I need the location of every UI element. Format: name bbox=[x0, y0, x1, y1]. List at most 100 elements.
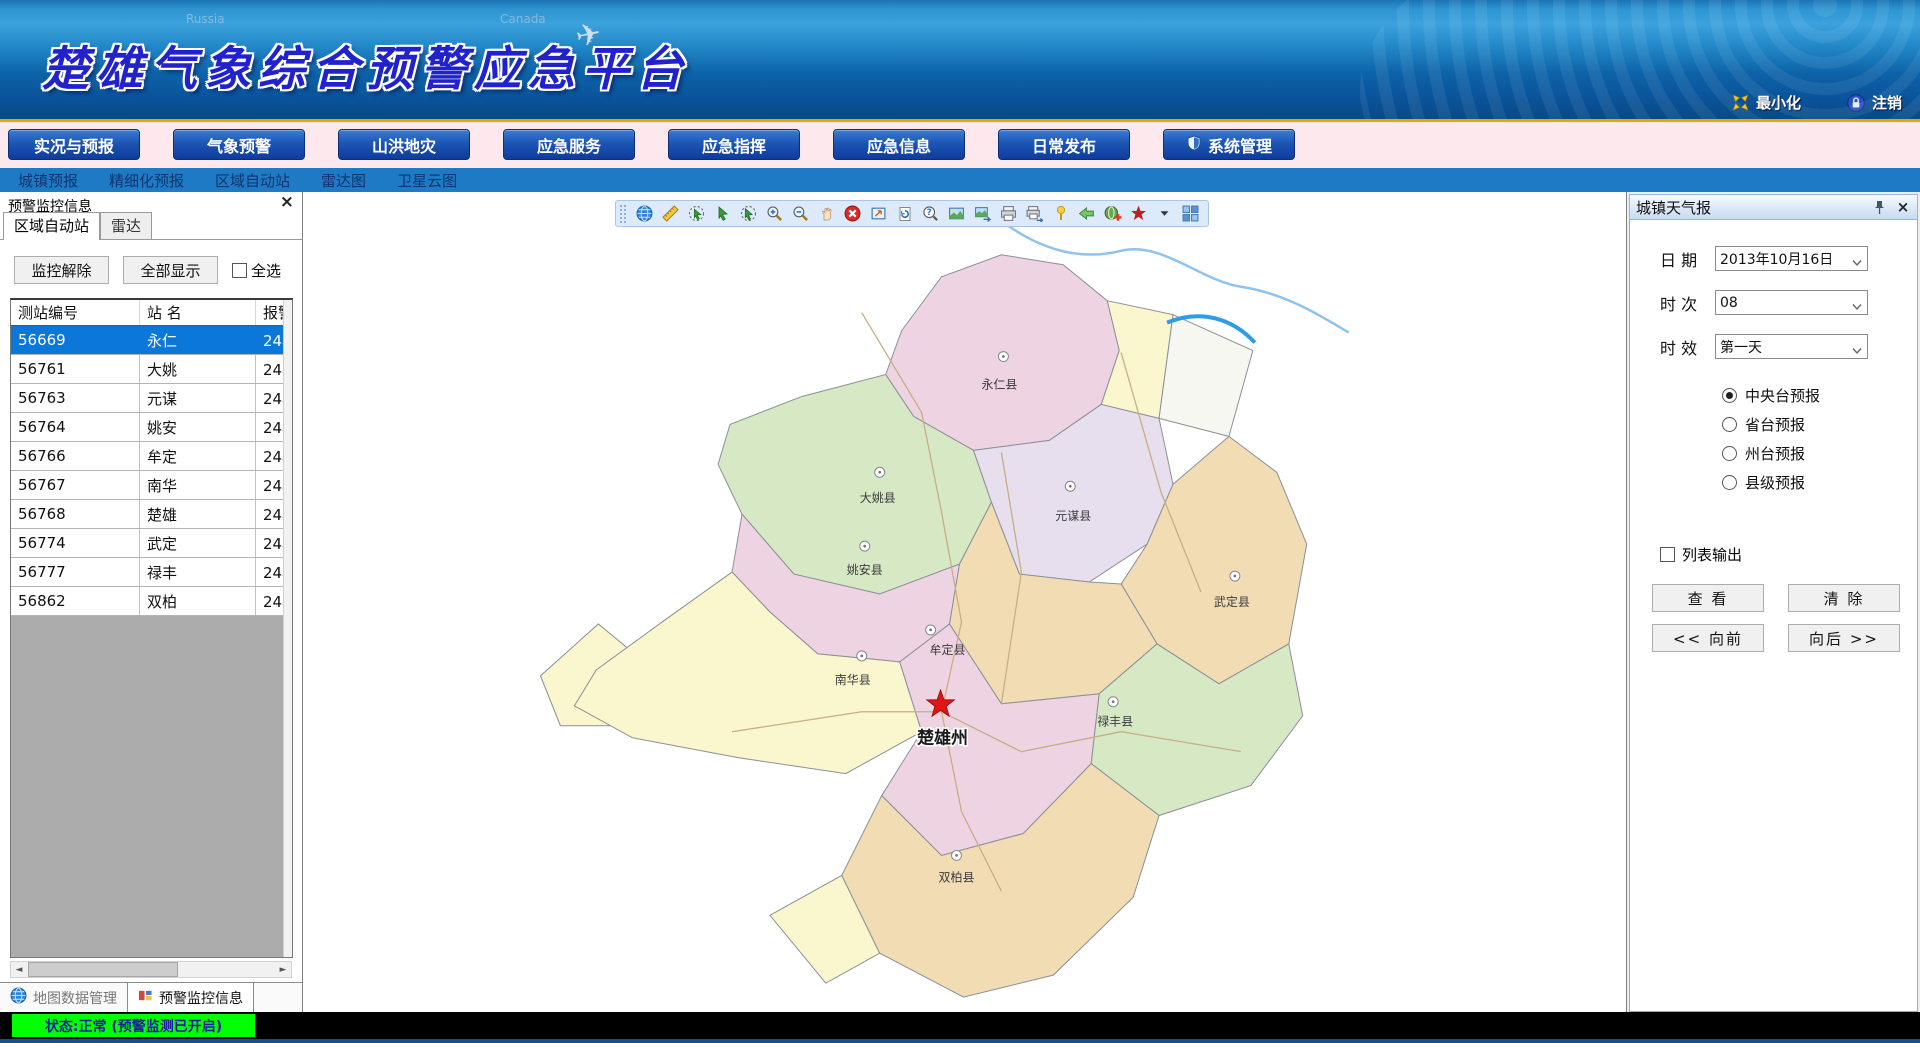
zoom-out-icon[interactable] bbox=[792, 205, 810, 223]
release-monitor-button[interactable]: 监控解除 bbox=[14, 256, 109, 284]
field-select-2[interactable]: 08 bbox=[1715, 290, 1868, 315]
radio-option-4[interactable]: 县级预报 bbox=[1722, 468, 1917, 497]
print-icon[interactable] bbox=[1000, 205, 1018, 223]
close-icon[interactable]: × bbox=[280, 194, 294, 211]
station-alarm-cell: 24小时 bbox=[255, 471, 285, 499]
image-export-icon[interactable] bbox=[974, 205, 992, 223]
table-row[interactable]: 56768楚雄24小时 bbox=[11, 500, 292, 529]
globe-icon bbox=[10, 987, 27, 1008]
table-rows: 56669永仁24小时56761大姚24小时56763元谋24小时56764姚安… bbox=[11, 326, 292, 616]
forecast-field-1: 日 期2013年10月16日 bbox=[1660, 246, 1917, 271]
select-arrow-icon[interactable] bbox=[714, 205, 732, 223]
field-select-3[interactable]: 第一天 bbox=[1715, 334, 1868, 359]
scroll-left-icon[interactable]: ◄ bbox=[11, 962, 27, 977]
dropdown-caret-icon[interactable] bbox=[1156, 205, 1174, 223]
station-name-cell: 楚雄 bbox=[139, 500, 255, 528]
bottom-tab-1[interactable]: 地图数据管理 bbox=[0, 983, 127, 1012]
radio-option-2[interactable]: 省台预报 bbox=[1722, 410, 1917, 439]
pan-hand-icon[interactable] bbox=[818, 205, 836, 223]
select-polygon-icon[interactable] bbox=[688, 205, 706, 223]
table-row[interactable]: 56669永仁24小时 bbox=[11, 326, 292, 355]
nav-tab-1[interactable]: 实况与预报 bbox=[8, 129, 140, 160]
nav-tab-2[interactable]: 气象预警 bbox=[173, 129, 305, 160]
grid-layers-icon[interactable] bbox=[1182, 205, 1200, 223]
table-vertical-scrollbar[interactable] bbox=[283, 300, 292, 957]
scrollbar-thumb[interactable] bbox=[28, 962, 178, 977]
nav-tab-3[interactable]: 山洪地灾 bbox=[338, 129, 470, 160]
pin-icon[interactable] bbox=[1871, 199, 1887, 215]
table-row[interactable]: 56763元谋24小时 bbox=[11, 384, 292, 413]
header: Russia Canada ✈ 楚雄气象综合预警应急平台 最小化 注销 bbox=[0, 0, 1920, 119]
print-preview-icon[interactable] bbox=[1026, 205, 1044, 223]
right-panel-title-text: 城镇天气报 bbox=[1636, 197, 1711, 218]
toolbar-grip[interactable] bbox=[620, 205, 626, 223]
overlay-add-icon[interactable] bbox=[1104, 205, 1122, 223]
field-select-1[interactable]: 2013年10月16日 bbox=[1715, 246, 1868, 271]
map-region-unlabeled[interactable] bbox=[1159, 315, 1253, 437]
app-window: Russia Canada ✈ 楚雄气象综合预警应急平台 最小化 注销 实况与预… bbox=[0, 0, 1920, 1043]
lock-icon bbox=[1847, 94, 1865, 112]
show-all-button[interactable]: 全部显示 bbox=[123, 256, 218, 284]
back-arrow-icon[interactable] bbox=[1078, 205, 1096, 223]
close-icon[interactable]: × bbox=[1895, 199, 1911, 215]
left-panel-tab-2[interactable]: 雷达 bbox=[100, 212, 152, 239]
list-output-checkbox[interactable]: 列表输出 bbox=[1660, 544, 1742, 565]
minimize-button[interactable]: 最小化 bbox=[1732, 92, 1801, 113]
left-panel-title-text: 预警监控信息 bbox=[8, 199, 92, 215]
table-row[interactable]: 56774武定24小时 bbox=[11, 529, 292, 558]
nav-tab-label: 山洪地灾 bbox=[372, 133, 436, 157]
identify-icon[interactable]: ? bbox=[922, 205, 940, 223]
subnav-item-4[interactable]: 雷达图 bbox=[321, 170, 366, 191]
subnav-item-5[interactable]: 卫星云图 bbox=[397, 170, 457, 191]
nav-tab-6[interactable]: 应急信息 bbox=[833, 129, 965, 160]
clear-button[interactable]: 清 除 bbox=[1788, 584, 1900, 612]
table-row[interactable]: 56767南华24小时 bbox=[11, 471, 292, 500]
table-horizontal-scrollbar[interactable]: ◄ ► bbox=[10, 961, 292, 978]
forecast-buttons: 查 看 清 除 << 向前 向后 >> bbox=[1652, 584, 1902, 652]
station-id-cell: 56767 bbox=[11, 471, 139, 499]
radio-option-1[interactable]: 中央台预报 bbox=[1722, 381, 1917, 410]
zoom-in-icon[interactable] bbox=[766, 205, 784, 223]
bottom-tab-2[interactable]: 预警监控信息 bbox=[127, 983, 254, 1012]
nav-tab-7[interactable]: 日常发布 bbox=[998, 129, 1130, 160]
select-all-checkbox[interactable]: 全选 bbox=[232, 260, 281, 281]
globe-icon[interactable] bbox=[636, 205, 654, 223]
subnav-item-1[interactable]: 城镇预报 bbox=[18, 170, 78, 191]
extent-window-icon[interactable] bbox=[870, 205, 888, 223]
forecast-field-3: 时 效第一天 bbox=[1660, 334, 1917, 359]
nav-tab-5[interactable]: 应急指挥 bbox=[668, 129, 800, 160]
radio-icon bbox=[1722, 417, 1737, 432]
nav-tab-4[interactable]: 应急服务 bbox=[503, 129, 635, 160]
stop-icon[interactable] bbox=[844, 205, 862, 223]
prefecture-map[interactable]: 永仁县大姚县元谋县武定县姚安县牟定县南华县禄丰县双柏县楚雄州 bbox=[303, 192, 1626, 1012]
refresh-page-icon[interactable] bbox=[896, 205, 914, 223]
table-row[interactable]: 56766牟定24小时 bbox=[11, 442, 292, 471]
next-button[interactable]: 向后 >> bbox=[1788, 624, 1900, 652]
locate-pin-icon[interactable] bbox=[1052, 205, 1070, 223]
view-button[interactable]: 查 看 bbox=[1652, 584, 1764, 612]
subnav-item-3[interactable]: 区域自动站 bbox=[215, 170, 290, 191]
lasso-select-icon[interactable] bbox=[740, 205, 758, 223]
town-marker-dot bbox=[1069, 485, 1072, 488]
logout-button[interactable]: 注销 bbox=[1847, 92, 1902, 113]
subnav-item-2[interactable]: 精细化预报 bbox=[109, 170, 184, 191]
flash-star-icon[interactable] bbox=[1130, 205, 1148, 223]
table-row[interactable]: 56764姚安24小时 bbox=[11, 413, 292, 442]
table-row[interactable]: 56761大姚24小时 bbox=[11, 355, 292, 384]
nav-tab-8[interactable]: 系统管理 bbox=[1163, 129, 1295, 160]
worldmap-label-canada: Canada bbox=[500, 12, 546, 26]
table-row[interactable]: 56777禄丰24小时 bbox=[11, 558, 292, 587]
station-id-cell: 56761 bbox=[11, 355, 139, 383]
image-view-icon[interactable] bbox=[948, 205, 966, 223]
radio-option-3[interactable]: 州台预报 bbox=[1722, 439, 1917, 468]
measure-ruler-icon[interactable] bbox=[662, 205, 680, 223]
field-value: 08 bbox=[1720, 295, 1738, 311]
chevron-down-icon bbox=[1852, 343, 1862, 359]
town-marker-dot bbox=[1112, 700, 1115, 703]
left-panel-tab-1[interactable]: 区域自动站 bbox=[3, 212, 100, 240]
left-panel-tabs: 区域自动站雷达 bbox=[0, 215, 302, 240]
table-row[interactable]: 56862双柏24小时 bbox=[11, 587, 292, 616]
prev-button[interactable]: << 向前 bbox=[1652, 624, 1764, 652]
station-name-cell: 南华 bbox=[139, 471, 255, 499]
scroll-right-icon[interactable]: ► bbox=[275, 962, 291, 977]
